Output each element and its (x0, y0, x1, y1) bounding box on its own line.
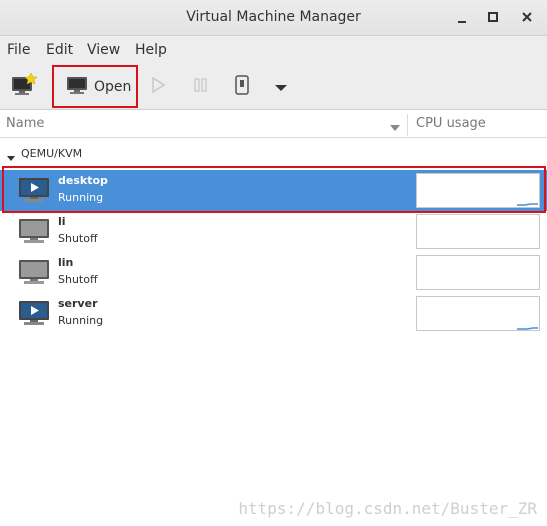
play-icon (150, 76, 166, 98)
vm-row-server[interactable]: server Running (0, 293, 547, 334)
cpu-sparkline (517, 327, 538, 330)
watermark-text: https://blog.csdn.net/Buster_ZR (238, 499, 537, 518)
new-vm-button[interactable] (10, 70, 38, 104)
cpu-sparkline (517, 203, 538, 206)
maximize-icon[interactable] (485, 9, 501, 25)
connection-row-qemu[interactable]: QEMU/KVM (0, 144, 547, 164)
new-vm-icon (10, 72, 38, 102)
pause-button[interactable] (193, 70, 209, 104)
cpu-usage-graph (416, 173, 540, 208)
menu-file[interactable]: File (7, 42, 30, 58)
vm-status: Shutoff (58, 232, 98, 245)
vm-name: desktop (58, 174, 108, 187)
column-cpu-usage[interactable]: CPU usage (416, 116, 486, 131)
vm-running-icon (18, 176, 50, 208)
vm-row-li[interactable]: li Shutoff (0, 211, 547, 252)
vm-shutoff-icon (18, 258, 50, 290)
menu-view[interactable]: View (87, 42, 120, 58)
shutdown-button[interactable] (234, 70, 250, 104)
minimize-icon[interactable] (454, 9, 470, 25)
vm-status: Running (58, 191, 104, 204)
title-bar: Virtual Machine Manager (0, 0, 547, 36)
connection-label: QEMU/KVM (21, 147, 83, 160)
close-icon[interactable] (519, 9, 535, 25)
open-button-label: Open (94, 78, 132, 95)
menu-edit[interactable]: Edit (46, 42, 73, 58)
vm-row-desktop[interactable]: desktop Running (0, 170, 547, 211)
pause-icon (193, 76, 209, 98)
column-header: Name CPU usage (0, 110, 547, 138)
toolbar: Open (0, 64, 547, 110)
vm-status: Running (58, 314, 104, 327)
vm-name: li (58, 215, 66, 228)
run-button[interactable] (150, 70, 166, 104)
monitor-icon (66, 75, 88, 99)
shutdown-icon (234, 75, 250, 99)
cpu-usage-graph (416, 255, 540, 290)
open-button[interactable]: Open (52, 65, 138, 108)
shutdown-menu-button[interactable] (274, 70, 288, 104)
vm-name: server (58, 297, 98, 310)
vm-running-icon (18, 299, 50, 331)
sort-arrow-icon[interactable] (389, 118, 401, 137)
menubar: File Edit View Help (0, 36, 547, 64)
vm-row-lin[interactable]: lin Shutoff (0, 252, 547, 293)
cpu-usage-graph (416, 296, 540, 331)
column-separator (407, 114, 408, 136)
vm-status: Shutoff (58, 273, 98, 286)
column-name[interactable]: Name (6, 116, 44, 131)
menu-help[interactable]: Help (135, 42, 167, 58)
expand-arrow-icon[interactable] (6, 149, 16, 168)
dropdown-arrow-icon (274, 78, 288, 97)
cpu-usage-graph (416, 214, 540, 249)
vm-name: lin (58, 256, 74, 269)
vm-shutoff-icon (18, 217, 50, 249)
